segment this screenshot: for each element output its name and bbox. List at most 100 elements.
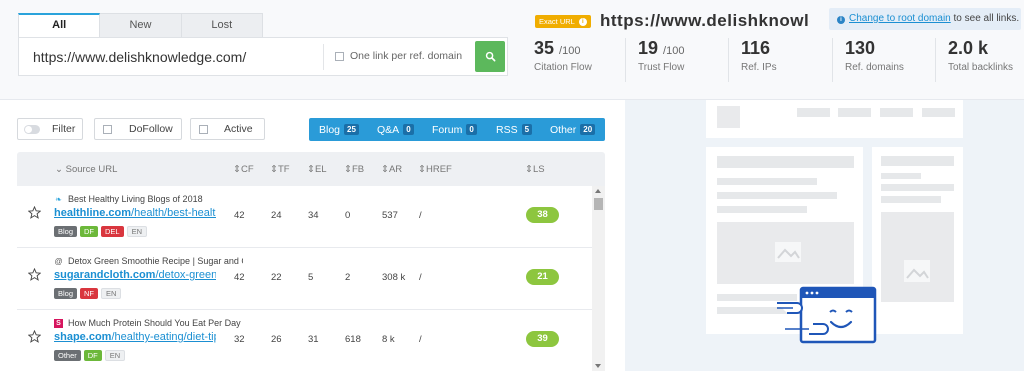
dofollow-button[interactable]: DoFollow [94, 118, 182, 140]
cell-tf: 24 [271, 210, 282, 221]
toggle-switch-icon [24, 124, 40, 134]
col-label: CF [240, 164, 254, 175]
change-root-domain-link[interactable]: Change to root domain [849, 13, 951, 24]
segment-count: 25 [344, 124, 359, 135]
cell-ar: 308 k [382, 272, 406, 283]
row-url-link[interactable]: healthline.com/health/best-healthy-livin… [54, 207, 216, 219]
col-ls[interactable]: ⇕LS [525, 164, 545, 175]
col-label: EL [314, 164, 327, 175]
ls-badge: 38 [526, 207, 559, 223]
segment-other[interactable]: Other 20 [540, 118, 605, 141]
col-href[interactable]: ⇕HREF [418, 164, 452, 175]
segment-rss[interactable]: RSS 5 [486, 118, 540, 141]
col-ar[interactable]: ⇕AR [381, 164, 402, 175]
search-button[interactable] [475, 41, 505, 72]
segment-blog[interactable]: Blog 25 [309, 118, 367, 141]
filter-toggle-button[interactable]: Filter [17, 118, 83, 140]
image-placeholder-icon [904, 260, 930, 282]
row-tags: Blog NF EN [54, 288, 122, 299]
active-checkbox[interactable] [199, 124, 208, 134]
swirl-icon: @ [54, 257, 63, 266]
metric-ref-ips: 116 Ref. IPs [741, 38, 777, 84]
cell-el: 31 [308, 334, 319, 345]
source-type-segments: Blog 25 Q&A 0 Forum 0 RSS 5 Other 20 [309, 118, 605, 141]
tag-lang: EN [104, 350, 126, 361]
tab-lost[interactable]: Lost [181, 13, 263, 37]
metric-value: 130 [845, 38, 876, 58]
cell-href: / [419, 334, 422, 345]
metric-ref-domains: 130 Ref. domains [845, 38, 904, 84]
row-url-link[interactable]: shape.com/healthy-eating/diet-tips/how-m… [54, 331, 216, 343]
metric-label: Ref. IPs [741, 62, 777, 73]
scroll-thumb[interactable] [594, 198, 603, 210]
col-fb[interactable]: ⇕FB [344, 164, 364, 175]
star-icon[interactable] [28, 206, 41, 219]
metric-value: 35 [534, 38, 555, 58]
segment-label: Other [550, 123, 577, 136]
ls-badge: 39 [526, 331, 559, 347]
shape-s-icon: S [54, 319, 63, 328]
tag-nf: NF [80, 288, 99, 299]
tab-all[interactable]: All [18, 13, 101, 37]
row-path: /detox-green-smoothie-recipe [155, 269, 216, 281]
tag-other: Other [54, 350, 81, 361]
segment-qa[interactable]: Q&A 0 [367, 118, 422, 141]
row-url-link[interactable]: sugarandcloth.com/detox-green-smoothie-r… [54, 269, 216, 281]
metric-value: 2.0 k [948, 38, 989, 58]
table-scrollbar[interactable] [592, 186, 605, 371]
one-link-checkbox[interactable] [335, 51, 344, 61]
info-icon: i [837, 16, 845, 24]
segment-label: RSS [496, 123, 518, 136]
table-row: @ Detox Green Smoothie Recipe | Sugar an… [17, 248, 592, 310]
divider [625, 38, 626, 82]
cell-cf: 32 [234, 334, 245, 345]
col-label: LS [532, 164, 545, 175]
scroll-down-icon[interactable] [595, 364, 601, 368]
col-el[interactable]: ⇕EL [307, 164, 327, 175]
segment-label: Q&A [377, 123, 400, 136]
metric-trust-flow: 19 /100 Trust Flow [638, 38, 684, 84]
url-input[interactable] [33, 38, 323, 75]
one-link-label: One link per ref. domain [350, 50, 463, 62]
segment-count: 0 [466, 124, 477, 135]
table-header: ⌄ Source URL ⇕CF ⇕TF ⇕EL ⇕FB ⇕AR ⇕HREF ⇕… [17, 152, 605, 186]
col-cf[interactable]: ⇕CF [233, 164, 254, 175]
metric-value: 116 [741, 38, 771, 58]
scroll-up-icon[interactable] [595, 189, 601, 193]
row-path: /healthy-eating/diet-tips/how-much-prote… [111, 331, 216, 343]
star-icon[interactable] [28, 330, 41, 343]
exact-url-label: Exact URL [539, 17, 575, 26]
col-source-url[interactable]: ⌄ Source URL [55, 164, 117, 175]
metric-total-backlinks: 2.0 k Total backlinks [948, 38, 1013, 84]
image-placeholder-icon [775, 242, 801, 262]
tag-lang: EN [126, 226, 148, 237]
divider [832, 38, 833, 82]
active-label: Active [224, 123, 253, 135]
cell-fb: 0 [345, 210, 351, 221]
tag-del: DEL [101, 226, 124, 237]
one-link-option[interactable]: One link per ref. domain [335, 50, 462, 62]
search-box: One link per ref. domain [18, 37, 508, 76]
table-body: ❧ Best Healthy Living Blogs of 2018 heal… [17, 186, 592, 371]
table-row: ❧ Best Healthy Living Blogs of 2018 heal… [17, 186, 592, 248]
cell-cf: 42 [234, 272, 245, 283]
segment-forum[interactable]: Forum 0 [422, 118, 486, 141]
cell-href: / [419, 272, 422, 283]
cell-tf: 22 [271, 272, 282, 283]
dofollow-checkbox[interactable] [103, 124, 112, 134]
metric-label: Trust Flow [638, 62, 685, 73]
page-preview-panel [625, 100, 1024, 371]
cell-el: 5 [308, 272, 314, 283]
tab-new[interactable]: New [100, 13, 182, 37]
cell-fb: 2 [345, 272, 351, 283]
row-path: /health/best-healthy-living-blogs [131, 207, 216, 219]
active-button[interactable]: Active [190, 118, 265, 140]
info-icon[interactable]: i [578, 17, 587, 26]
row-domain: healthline.com [54, 207, 132, 219]
col-tf[interactable]: ⇕TF [270, 164, 290, 175]
cell-href: / [419, 210, 422, 221]
filter-label: Filter [52, 123, 76, 135]
tag-df: DF [83, 350, 102, 361]
leaf-icon: ❧ [55, 195, 62, 204]
star-icon[interactable] [28, 268, 41, 281]
